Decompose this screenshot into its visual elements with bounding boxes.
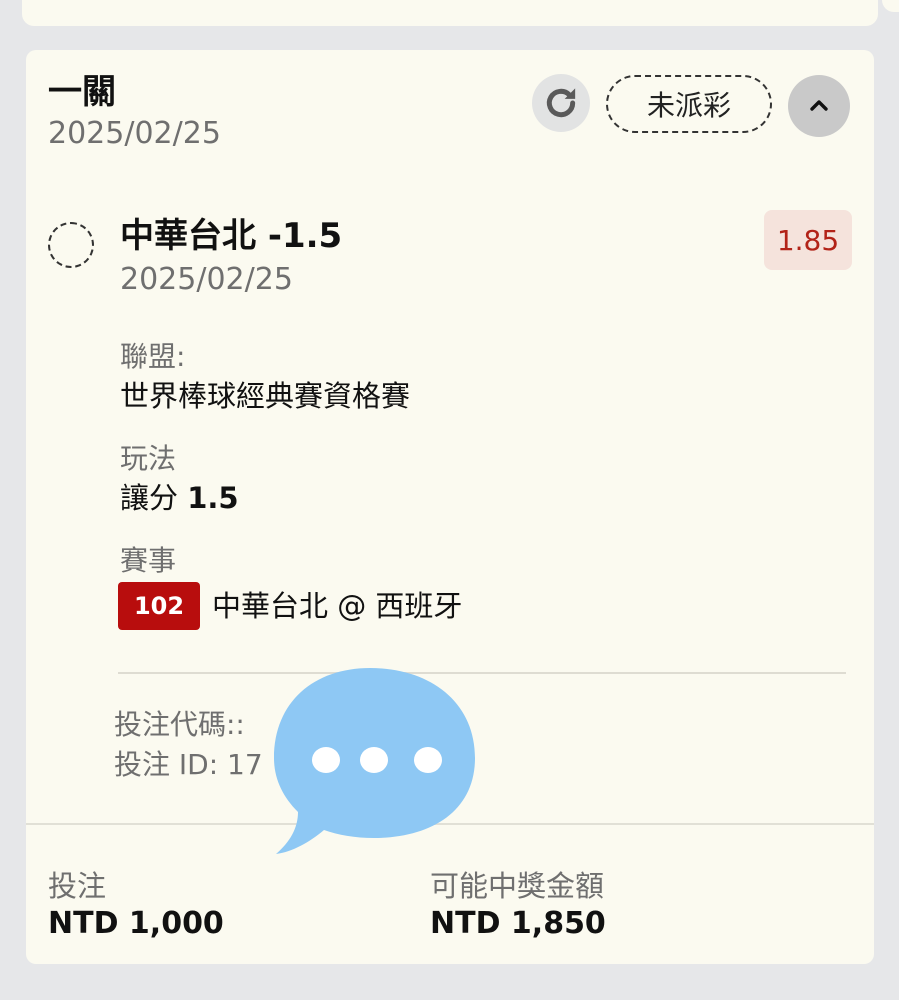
bet-date: 2025/02/25 — [48, 116, 221, 151]
event-name: 中華台北 @ 西班牙 — [212, 589, 463, 623]
market-label: 玩法 — [120, 442, 177, 475]
divider — [118, 672, 846, 674]
event-row: 102 中華台北 @ 西班牙 — [118, 582, 462, 630]
bet-type-title: 一關 — [48, 72, 116, 112]
chat-bubble-icon[interactable] — [270, 664, 480, 860]
previous-card-edge — [22, 0, 878, 26]
odds-badge: 1.85 — [764, 210, 852, 270]
bet-code-label: 投注代碼:: — [114, 708, 245, 741]
refresh-button[interactable] — [532, 74, 590, 132]
scroll-edge — [882, 0, 899, 12]
bet-id-label: 投注 ID: 17 — [114, 748, 263, 781]
market-value-number: 1.5 — [187, 481, 239, 515]
refresh-icon — [546, 88, 576, 118]
market-value-prefix: 讓分 — [120, 481, 179, 515]
payout-label: 可能中獎金額 — [430, 869, 605, 903]
league-value: 世界棒球經典賽資格賽 — [120, 379, 411, 413]
league-label: 聯盟: — [120, 340, 186, 373]
event-number-badge: 102 — [118, 582, 200, 630]
selection-radio[interactable] — [48, 222, 94, 268]
collapse-button[interactable] — [788, 75, 850, 137]
selection-name: 中華台北 -1.5 — [120, 216, 343, 256]
payout-value: NTD 1,850 — [430, 906, 606, 941]
market-value: 讓分 1.5 — [120, 480, 239, 516]
selection-date: 2025/02/25 — [120, 262, 293, 297]
chevron-up-icon — [810, 100, 828, 111]
event-label: 賽事 — [120, 544, 177, 577]
stake-value: NTD 1,000 — [48, 906, 224, 941]
stake-label: 投注 — [48, 869, 107, 903]
status-badge: 未派彩 — [606, 75, 772, 133]
